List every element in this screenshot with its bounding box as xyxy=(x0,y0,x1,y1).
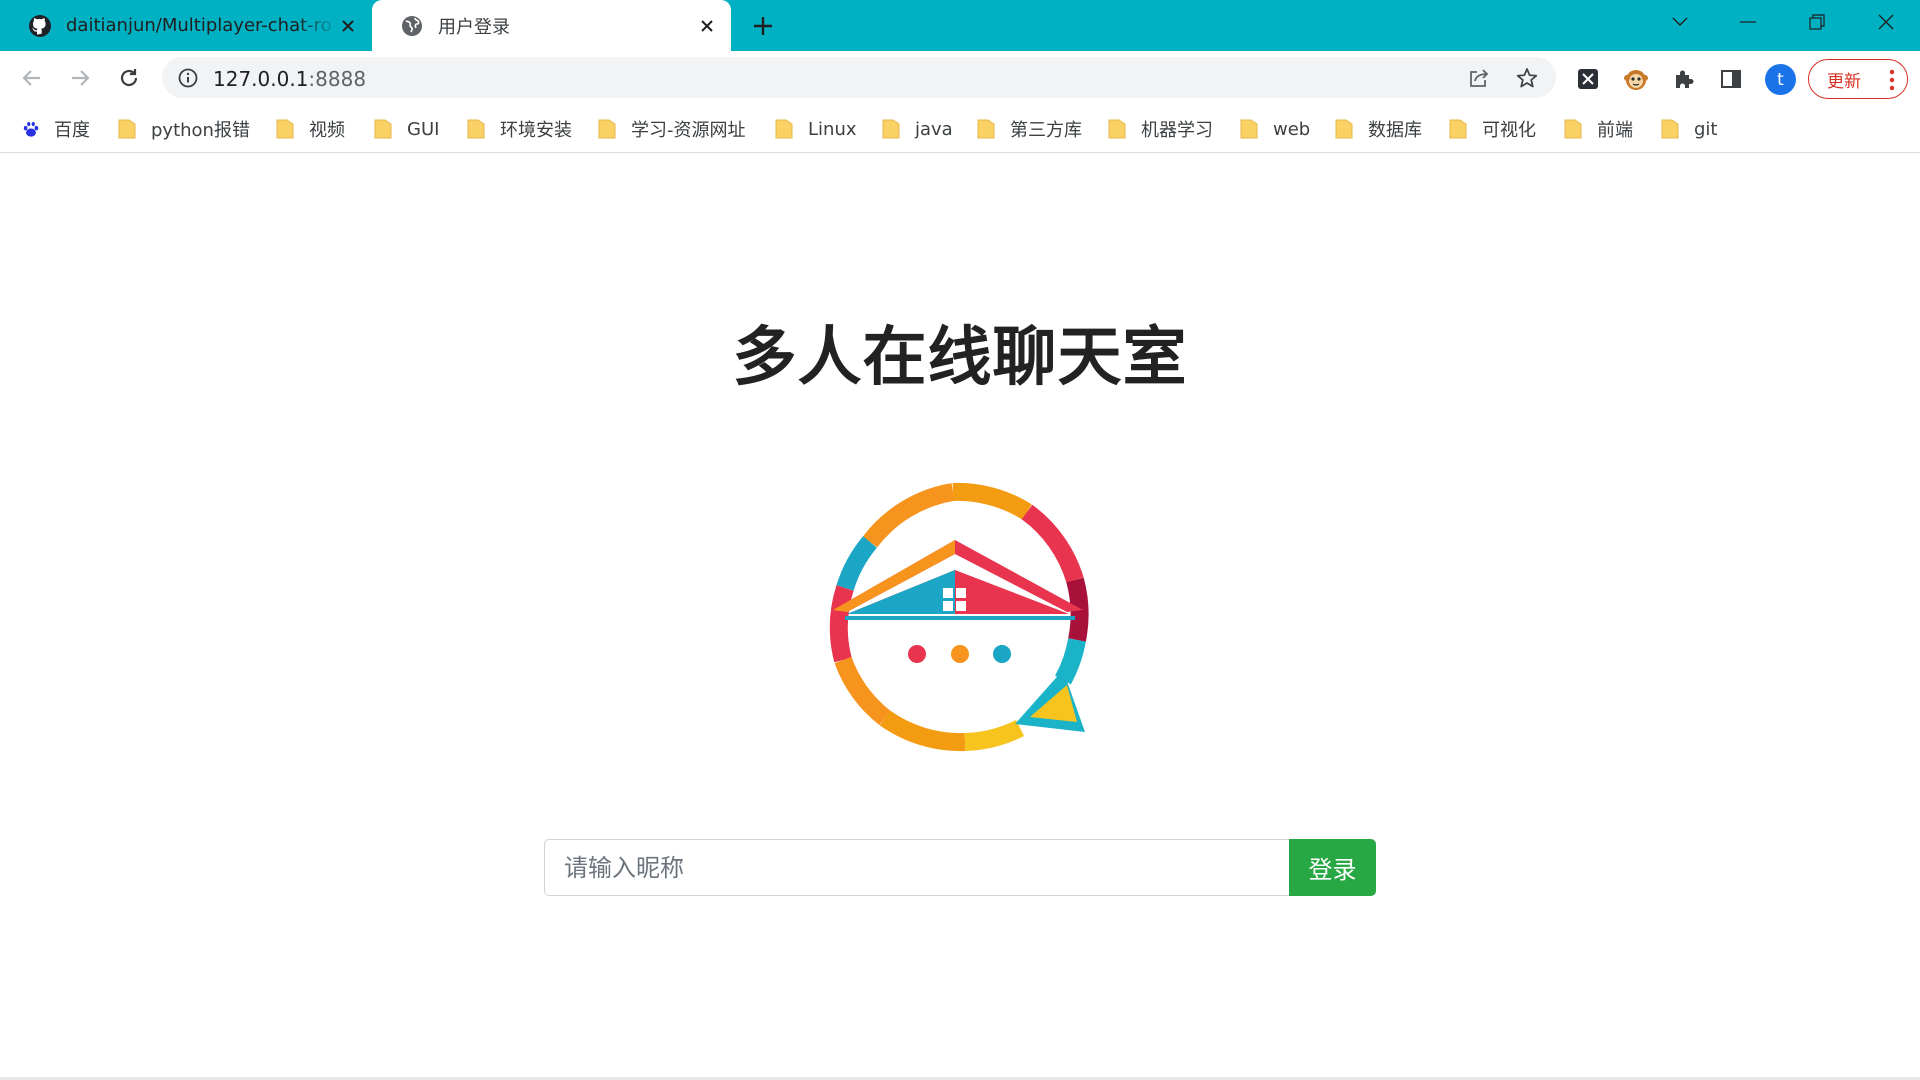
chat-room-logo xyxy=(815,470,1105,760)
bookmark-folder[interactable]: 第三方库 xyxy=(977,116,1082,142)
more-menu-icon[interactable] xyxy=(1889,69,1895,96)
folder-icon xyxy=(118,119,136,139)
tab-title: daitianjun/Multiplayer-chat-ro xyxy=(66,15,332,36)
folder-icon xyxy=(1335,119,1353,139)
bookmark-folder[interactable]: GUI xyxy=(374,116,439,142)
folder-icon xyxy=(775,119,793,139)
restore-icon[interactable] xyxy=(1787,0,1847,44)
folder-icon xyxy=(1449,119,1467,139)
bookmarks-bar: 百度 python报错 视频 GUI 环境安装 学习-资源网址 Linux ja… xyxy=(0,104,1920,153)
bookmark-folder[interactable]: 学习-资源网址 xyxy=(598,116,746,142)
bookmark-label: 百度 xyxy=(54,120,90,141)
close-tab-icon[interactable] xyxy=(338,16,358,36)
tab-search-icon[interactable] xyxy=(1650,0,1710,44)
bookmark-baidu[interactable]: 百度 xyxy=(22,116,90,142)
folder-icon xyxy=(276,119,294,139)
reload-icon[interactable] xyxy=(112,61,146,95)
bookmark-label: Linux xyxy=(808,118,857,140)
site-info-icon[interactable] xyxy=(176,66,200,90)
bookmark-folder[interactable]: 视频 xyxy=(276,116,345,142)
bookmark-label: 数据库 xyxy=(1368,120,1422,141)
share-icon[interactable] xyxy=(1467,66,1491,90)
bookmark-label: web xyxy=(1273,118,1311,140)
login-form: 登录 xyxy=(544,839,1376,896)
x-extension-icon[interactable] xyxy=(1575,66,1601,92)
bookmark-folder[interactable]: 可视化 xyxy=(1449,116,1536,142)
bookmark-label: 可视化 xyxy=(1482,120,1536,141)
new-tab-icon[interactable] xyxy=(748,11,778,41)
bookmark-folder[interactable]: web xyxy=(1240,116,1310,142)
close-window-icon[interactable] xyxy=(1856,0,1916,44)
bookmark-folder[interactable]: 前端 xyxy=(1564,116,1633,142)
tampermonkey-icon[interactable] xyxy=(1623,66,1649,92)
globe-icon xyxy=(400,14,424,38)
tab-title: 用户登录 xyxy=(438,16,510,38)
bookmark-folder[interactable]: 机器学习 xyxy=(1108,116,1213,142)
update-button[interactable]: 更新 xyxy=(1808,59,1908,99)
folder-icon xyxy=(1240,119,1258,139)
bookmark-folder[interactable]: python报错 xyxy=(118,116,250,142)
back-icon[interactable] xyxy=(15,61,49,95)
bookmark-label: 环境安装 xyxy=(500,120,572,141)
folder-icon xyxy=(374,119,392,139)
tab-login[interactable]: 用户登录 xyxy=(372,0,731,51)
bookmark-label: 前端 xyxy=(1597,120,1633,141)
tab-strip: daitianjun/Multiplayer-chat-ro 用户登录 xyxy=(0,0,1920,51)
bookmark-label: python报错 xyxy=(151,120,250,141)
update-label: 更新 xyxy=(1827,71,1861,92)
profile-avatar[interactable]: t xyxy=(1765,64,1796,95)
folder-icon xyxy=(598,119,616,139)
bookmark-label: GUI xyxy=(407,118,440,140)
folder-icon xyxy=(1108,119,1126,139)
bookmark-folder[interactable]: java xyxy=(882,116,953,142)
bookmark-folder[interactable]: Linux xyxy=(775,116,857,142)
tab-github[interactable]: daitianjun/Multiplayer-chat-ro xyxy=(0,0,372,51)
github-icon xyxy=(28,14,52,38)
bookmark-label: java xyxy=(915,118,953,140)
bookmark-label: 机器学习 xyxy=(1141,120,1213,141)
folder-icon xyxy=(977,119,995,139)
folder-icon xyxy=(1661,119,1679,139)
minimize-icon[interactable] xyxy=(1718,0,1778,44)
bookmark-label: 第三方库 xyxy=(1010,120,1082,141)
page-title: 多人在线聊天室 xyxy=(732,321,1188,395)
address-bar[interactable]: 127.0.0.1:8888 xyxy=(162,57,1556,98)
baidu-icon xyxy=(23,121,39,137)
bookmark-folder[interactable]: 数据库 xyxy=(1335,116,1422,142)
browser-toolbar: 127.0.0.1:8888 t 更新 xyxy=(0,51,1920,104)
folder-icon xyxy=(467,119,485,139)
close-tab-icon[interactable] xyxy=(697,16,717,36)
bookmark-label: 学习-资源网址 xyxy=(631,120,746,141)
side-panel-icon[interactable] xyxy=(1718,66,1744,92)
url-text: 127.0.0.1:8888 xyxy=(213,67,367,91)
bookmark-folder[interactable]: git xyxy=(1661,116,1717,142)
bookmark-label: git xyxy=(1694,118,1718,140)
login-button[interactable]: 登录 xyxy=(1289,839,1376,896)
forward-icon[interactable] xyxy=(63,61,97,95)
bookmark-label: 视频 xyxy=(309,120,345,141)
extensions-puzzle-icon[interactable] xyxy=(1671,66,1697,92)
bookmark-star-icon[interactable] xyxy=(1515,66,1539,90)
nickname-input[interactable] xyxy=(544,839,1289,896)
bookmark-folder[interactable]: 环境安装 xyxy=(467,116,572,142)
folder-icon xyxy=(1564,119,1582,139)
folder-icon xyxy=(882,119,900,139)
